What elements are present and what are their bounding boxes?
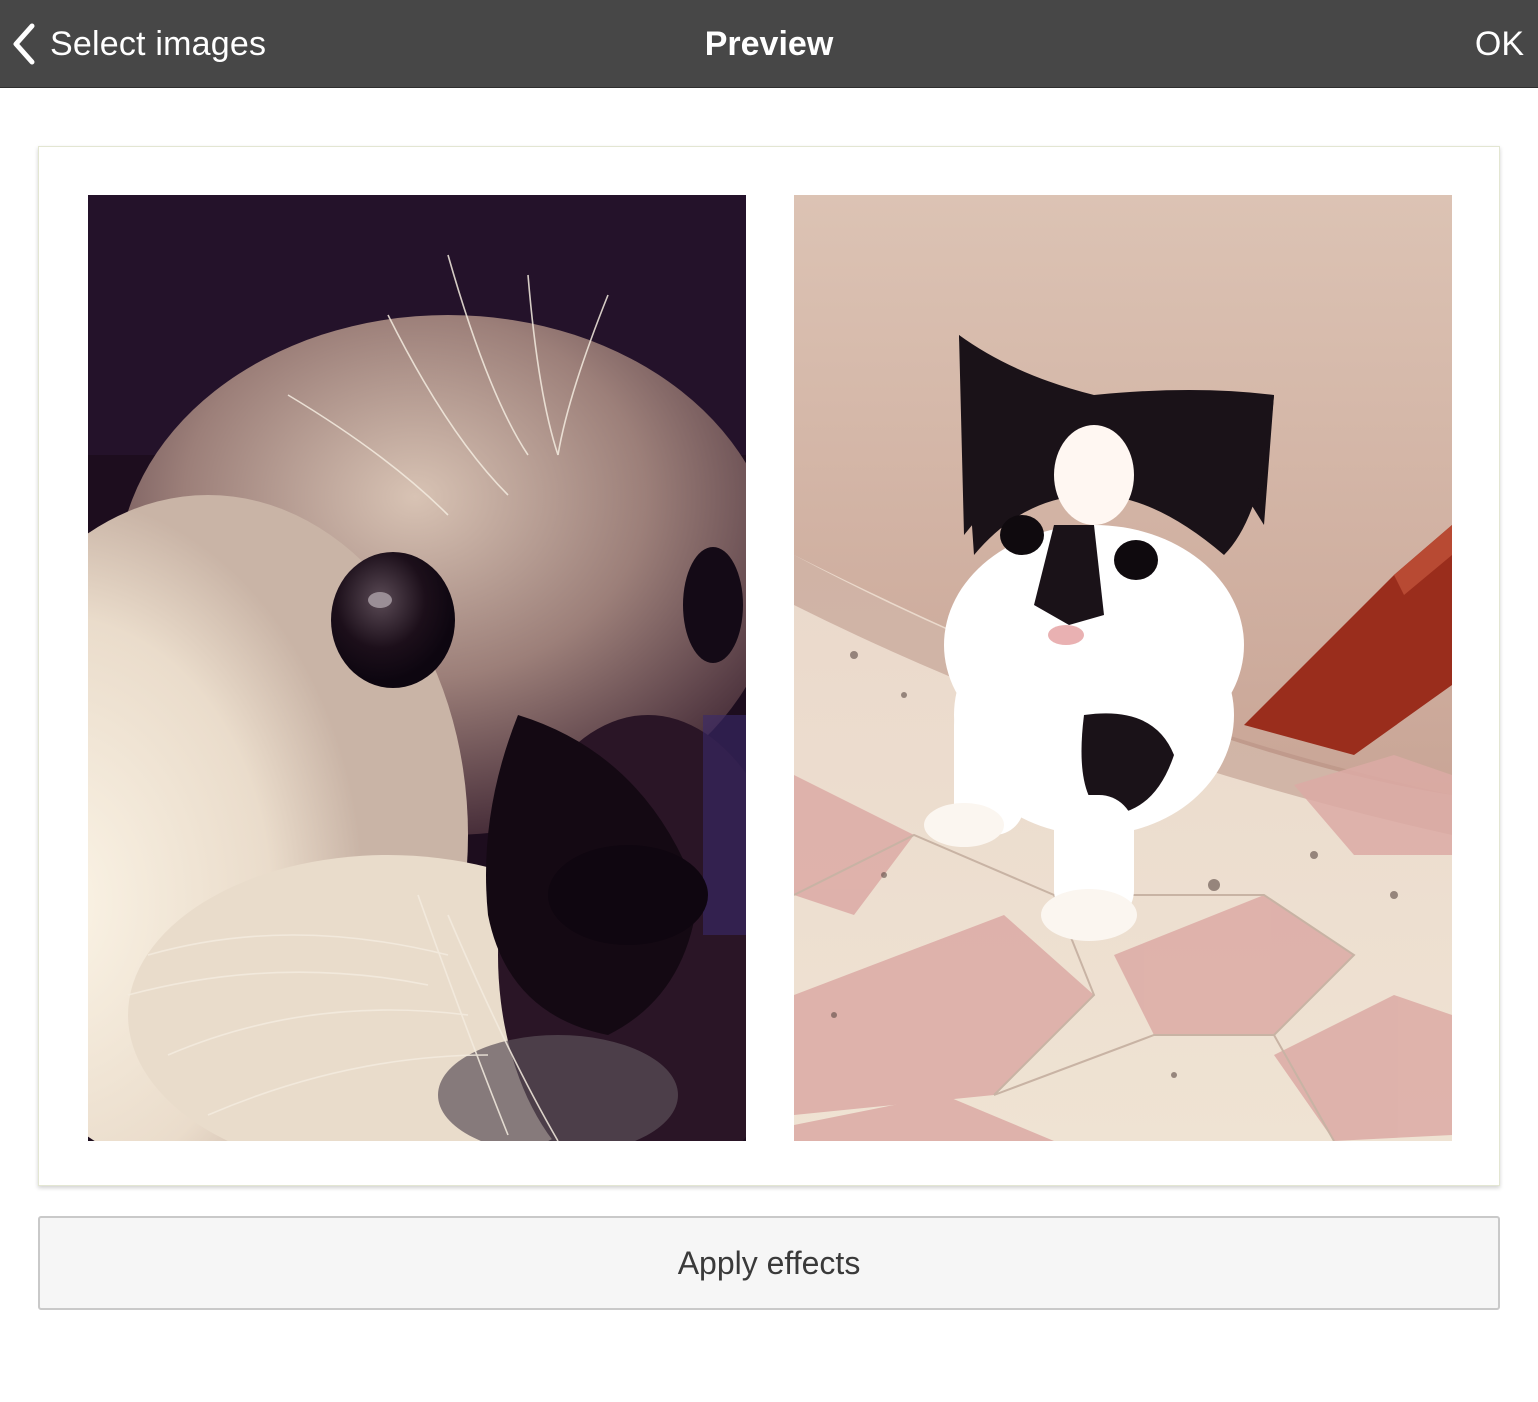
apply-effects-button[interactable]: Apply effects (38, 1216, 1500, 1310)
collage-photo-2[interactable] (794, 195, 1452, 1141)
ok-button[interactable]: OK (1475, 20, 1524, 68)
navigation-bar: Select images Preview OK (0, 0, 1538, 88)
collage-photo-1[interactable] (88, 195, 746, 1141)
kitten-walking-image (794, 195, 1452, 1141)
collage-preview (38, 146, 1500, 1186)
kitten-closeup-image (88, 195, 746, 1141)
page-title: Preview (704, 25, 834, 63)
